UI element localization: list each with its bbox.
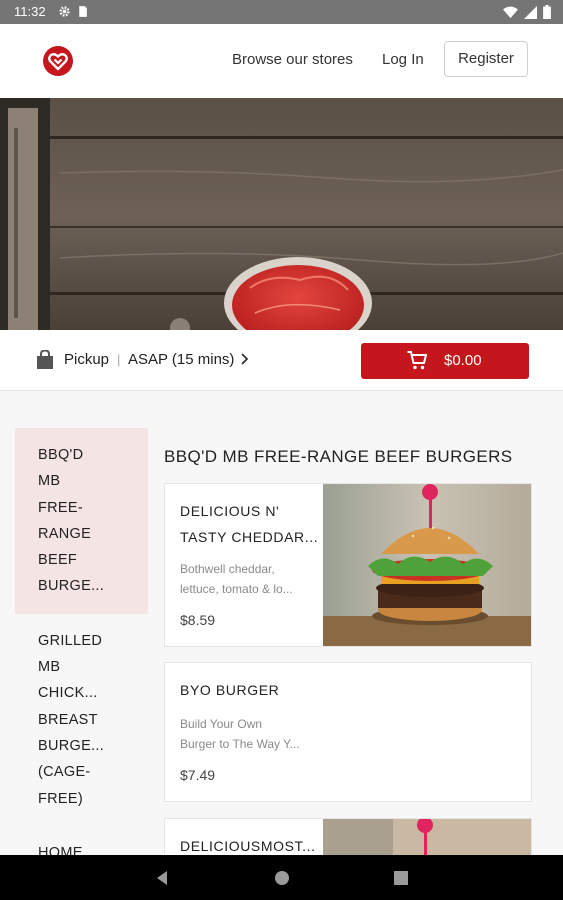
system-nav-bar — [0, 855, 563, 900]
chevron-right-icon[interactable] — [240, 352, 249, 366]
status-time: 11:32 — [14, 4, 46, 19]
order-options-bar: Pickup | ASAP (15 mins) $0.00 — [0, 330, 563, 391]
menu-item-price: $7.49 — [180, 767, 216, 783]
order-mode-label[interactable]: Pickup — [64, 351, 109, 368]
cart-icon — [407, 351, 427, 370]
menu-item-description: Build Your Own Burger to The Way Y... — [180, 715, 320, 754]
menu-item-desc-line: Bothwell cheddar, — [180, 562, 275, 576]
menu-item-price: $8.59 — [180, 612, 216, 628]
cart-total: $0.00 — [444, 352, 482, 369]
category-line: MB — [38, 473, 61, 490]
home-icon[interactable] — [274, 870, 290, 886]
menu-item-desc-line: Build Your Own — [180, 717, 263, 731]
category-line: BEEF — [38, 552, 78, 569]
signal-icon — [524, 5, 537, 19]
cart-button[interactable]: $0.00 — [361, 343, 529, 379]
sd-card-icon — [79, 6, 87, 17]
battery-icon — [543, 5, 551, 19]
menu-item-desc-line: lettuce, tomato & lo... — [180, 581, 293, 596]
category-item-grilled-mb-chicken-breast-burgers[interactable]: GRILLED MB CHICK... BREAST BURGE... (CAG… — [15, 614, 148, 826]
hero-banner-image — [0, 98, 563, 330]
category-item-bbqd-mb-free-range-beef-burgers[interactable]: BBQ'D MB FREE- RANGE BEEF BURGE... — [15, 428, 148, 614]
back-icon[interactable] — [155, 870, 169, 886]
login-link[interactable]: Log In — [382, 51, 424, 68]
menu-item-name-line: DELICIOUS N' — [180, 503, 280, 519]
menu-item-name-line: TASTY CHEDDAR... — [180, 529, 319, 545]
menu-item-name: BYO BURGER — [180, 677, 320, 703]
category-line: FREE) — [38, 790, 83, 807]
menu-item-name-line: BYO BURGER — [180, 682, 280, 698]
category-line: FREE- — [38, 499, 83, 516]
register-button[interactable]: Register — [444, 41, 528, 77]
category-line: RANGE — [38, 525, 92, 542]
menu-item-card[interactable]: DELICIOUS N' TASTY CHEDDAR... Bothwell c… — [164, 483, 532, 647]
order-time-label[interactable]: ASAP (15 mins) — [128, 351, 234, 368]
category-line: (CAGE- — [38, 764, 91, 781]
menu-item-description: Bothwell cheddar, lettuce, tomato & lo..… — [180, 560, 320, 599]
category-line: MB — [38, 659, 61, 676]
menu-item-image — [323, 484, 531, 646]
menu-item-desc-line: Burger to The Way Y... — [180, 736, 300, 751]
wifi-icon — [503, 6, 518, 18]
category-line: GRILLED — [38, 632, 103, 649]
category-line: BURGE... — [38, 737, 105, 754]
menu-item-card[interactable]: BYO BURGER Build Your Own Burger to The … — [164, 662, 532, 802]
shopping-bag-icon — [37, 350, 53, 369]
menu-section-title: BBQ'D MB FREE-RANGE BEEF BURGERS — [164, 447, 513, 466]
category-line: BBQ'D — [38, 447, 84, 463]
browse-stores-link[interactable]: Browse our stores — [232, 51, 353, 68]
menu-item-name: DELICIOUS N' TASTY CHEDDAR... — [180, 498, 320, 550]
top-navbar: Browse our stores Log In Register — [0, 24, 563, 98]
recents-icon[interactable] — [394, 871, 408, 885]
category-line: CHICK... — [38, 685, 98, 702]
order-separator: | — [117, 352, 121, 367]
category-sidebar: BBQ'D MB FREE- RANGE BEEF BURGE... GRILL… — [15, 428, 148, 880]
status-bar: 11:32 — [0, 0, 563, 24]
category-line: BREAST — [38, 711, 98, 728]
brand-logo-icon[interactable] — [42, 45, 74, 77]
gear-icon — [59, 6, 70, 17]
category-line: BURGE... — [38, 578, 105, 595]
